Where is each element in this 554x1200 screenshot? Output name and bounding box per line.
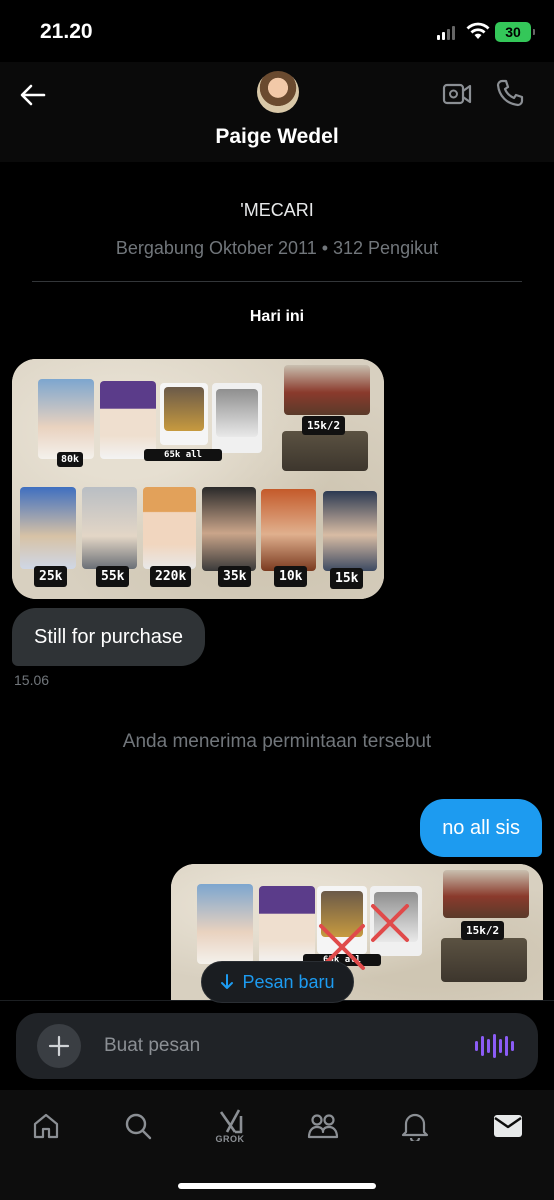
composer-area [0, 1000, 554, 1090]
photo-image [441, 938, 527, 982]
price-tag: 35k [218, 566, 252, 587]
photocard-image [38, 379, 94, 459]
price-tag: 25k [34, 566, 68, 587]
photocard-image [100, 381, 156, 459]
phone-icon[interactable] [495, 78, 525, 108]
conversation-header: Paige Wedel [0, 62, 554, 162]
grok-label: GROK [215, 1134, 245, 1144]
price-tag: 220k [150, 566, 192, 587]
profile-joined-info: Bergabung Oktober 2011 • 312 Pengikut [115, 238, 439, 258]
voice-message-icon[interactable] [475, 1033, 514, 1059]
price-tag: 15k/2 [302, 416, 346, 435]
battery-level: 30 [505, 24, 521, 40]
plus-icon [48, 1035, 70, 1057]
communities-icon [307, 1114, 339, 1139]
status-bar: 21.20 30 [0, 0, 554, 62]
incoming-message-bubble[interactable]: Still for purchase [12, 608, 205, 666]
tab-communities[interactable] [301, 1104, 345, 1148]
message-timestamp: 15.06 [14, 672, 50, 688]
price-tag: 55k [96, 566, 130, 587]
tab-search[interactable] [116, 1104, 160, 1148]
grok-icon [219, 1109, 243, 1134]
photo-image [282, 431, 368, 471]
photocard-image [259, 886, 315, 964]
add-attachment-button[interactable] [37, 1024, 81, 1068]
new-messages-label: Pesan baru [242, 971, 335, 992]
wifi-icon [466, 22, 490, 39]
contact-name[interactable]: Paige Wedel [0, 125, 554, 149]
price-tag: 15k/2 [461, 921, 505, 940]
home-indicator [178, 1183, 376, 1189]
photo-image [443, 870, 529, 918]
price-tag: 10k [274, 566, 308, 587]
tab-messages[interactable] [486, 1104, 530, 1148]
price-tag: 65k all [144, 449, 222, 461]
status-time: 21.20 [40, 20, 93, 43]
photocard-image [323, 491, 377, 571]
profile-handle: 'MECARI [240, 200, 314, 220]
photocard-image [197, 884, 253, 964]
arrow-down-icon [221, 974, 234, 989]
home-icon [33, 1113, 59, 1139]
tab-home[interactable] [24, 1104, 68, 1148]
system-notice: Anda menerima permintaan tersebut [122, 731, 432, 752]
photocard-image [143, 487, 196, 569]
photo-inner [216, 389, 258, 437]
battery-icon: 30 [495, 22, 535, 42]
avatar[interactable] [257, 71, 299, 113]
photocard-image [202, 487, 256, 571]
search-icon [125, 1113, 152, 1140]
divider [32, 281, 522, 282]
cellular-signal-icon [437, 26, 455, 40]
tab-notifications[interactable] [393, 1104, 437, 1148]
arrow-left-icon[interactable] [16, 78, 50, 112]
photocard-image [82, 487, 137, 569]
price-tag: 80k [57, 452, 84, 467]
outgoing-message-bubble[interactable]: no all sis [420, 799, 542, 857]
photo-inner [164, 387, 204, 431]
photo-image [284, 365, 370, 415]
day-separator: Hari ini [249, 308, 305, 325]
bell-icon [401, 1113, 429, 1141]
message-input[interactable] [104, 1031, 464, 1061]
tab-grok[interactable]: GROK [208, 1104, 252, 1148]
price-tag: 15k [330, 568, 364, 589]
video-call-icon[interactable] [442, 80, 472, 108]
photocard-image [261, 489, 316, 571]
message-composer [16, 1013, 538, 1079]
image-message[interactable]: 80k 65k all 15k/2 25k 55k 220k 35k 10k 1… [12, 359, 384, 599]
mail-icon [494, 1115, 522, 1137]
photocard-image [20, 487, 76, 569]
new-messages-button[interactable]: Pesan baru [201, 961, 354, 1003]
